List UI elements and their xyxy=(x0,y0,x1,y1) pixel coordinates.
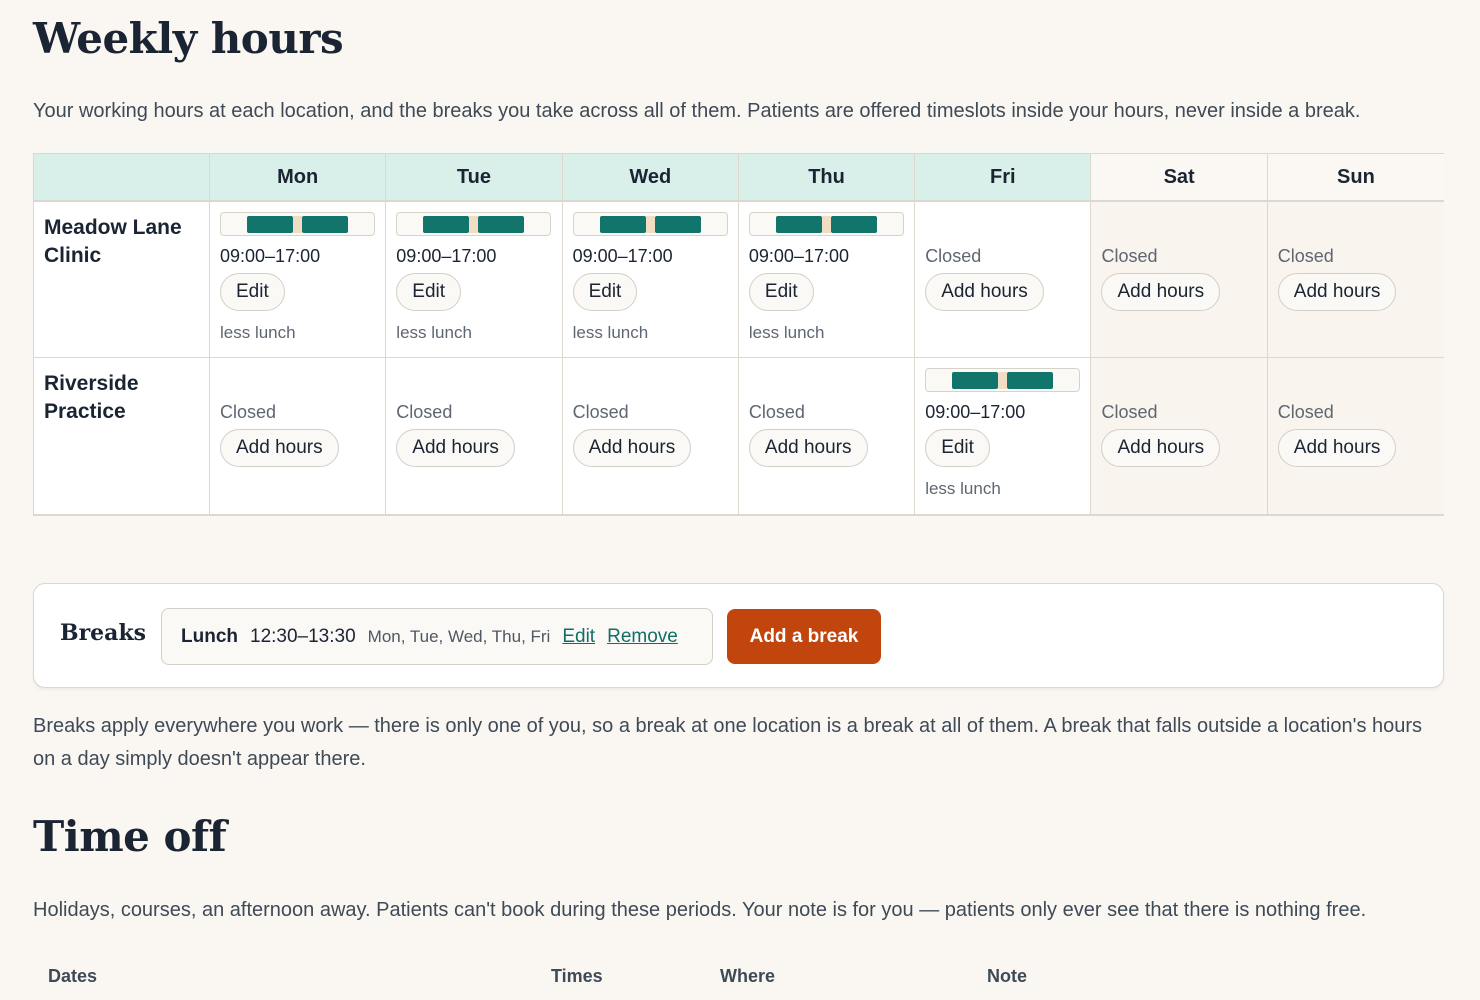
work-segment xyxy=(1007,372,1054,389)
add-hours-button[interactable]: Add hours xyxy=(748,429,868,467)
hours-bar xyxy=(220,212,375,236)
day-cell-open: 09:00–17:00 Edit less lunch xyxy=(562,202,739,358)
edit-hours-button[interactable]: Edit xyxy=(572,273,638,311)
weekly-schedule-grid: Mon Tue Wed Thu Fri Sat Sun Meadow Lane … xyxy=(33,153,1445,516)
add-hours-button[interactable]: Add hours xyxy=(220,429,339,467)
break-marker xyxy=(998,372,1008,389)
day-cell-closed: Closed Add hours xyxy=(1267,358,1445,515)
add-hours-button[interactable]: Add hours xyxy=(1277,429,1397,467)
closed-label: Closed xyxy=(1101,402,1158,422)
closed-label: Closed xyxy=(396,402,453,422)
hours-note: less lunch xyxy=(572,323,649,342)
breaks-label: Breaks xyxy=(60,620,147,646)
work-segment xyxy=(654,216,701,233)
hours-note: less lunch xyxy=(925,479,1001,498)
add-hours-button[interactable]: Add hours xyxy=(1277,273,1397,311)
break-time: 12:30–13:30 xyxy=(250,625,356,647)
day-cell-closed: Closed Add hours xyxy=(915,202,1092,358)
edit-hours-button[interactable]: Edit xyxy=(396,273,462,311)
add-hours-button[interactable]: Add hours xyxy=(572,429,692,467)
weekly-hours-title: Weekly hours xyxy=(33,14,344,63)
work-segment xyxy=(478,216,525,233)
edit-hours-button[interactable]: Edit xyxy=(748,273,814,311)
time-off-intro: Holidays, courses, an afternoon away. Pa… xyxy=(33,899,1367,921)
hours-note: less lunch xyxy=(748,323,825,342)
day-cell-closed: Closed Add hours xyxy=(562,358,739,515)
hours-bar xyxy=(925,368,1081,392)
time-off-title: Time off xyxy=(33,812,227,861)
hours-note: less lunch xyxy=(220,323,296,342)
day-cell-open: 09:00–17:00 Edit less lunch xyxy=(210,202,387,358)
location-name: Riverside Practice xyxy=(34,358,210,515)
hours-range: 09:00–17:00 xyxy=(396,246,497,266)
column-header-note: Note xyxy=(987,966,1027,986)
closed-label: Closed xyxy=(925,246,982,266)
work-segment xyxy=(247,216,293,233)
closed-label: Closed xyxy=(1101,246,1158,266)
hours-range: 09:00–17:00 xyxy=(748,246,849,266)
add-hours-button[interactable]: Add hours xyxy=(1101,429,1221,467)
grid-corner xyxy=(34,154,210,202)
day-cell-closed: Closed Add hours xyxy=(1267,202,1445,358)
break-marker xyxy=(469,216,479,233)
work-segment xyxy=(830,216,877,233)
day-header-wed: Wed xyxy=(562,154,739,202)
add-break-button[interactable]: Add a break xyxy=(727,609,881,664)
edit-hours-button[interactable]: Edit xyxy=(220,273,285,311)
hours-range: 09:00–17:00 xyxy=(925,402,1026,422)
day-cell-closed: Closed Add hours xyxy=(386,358,563,515)
weekly-hours-intro: Your working hours at each location, and… xyxy=(33,100,1361,122)
break-days: Mon, Tue, Wed, Thu, Fri xyxy=(367,626,551,646)
day-cell-closed: Closed Add hours xyxy=(1091,358,1268,515)
work-segment xyxy=(302,216,348,233)
day-cell-open: 09:00–17:00 Edit less lunch xyxy=(386,202,563,358)
day-cell-closed: Closed Add hours xyxy=(210,358,387,515)
closed-label: Closed xyxy=(220,402,277,422)
break-marker xyxy=(645,216,655,233)
hours-bar xyxy=(748,212,904,236)
breaks-card: Breaks Lunch 12:30–13:30 Mon, Tue, Wed, … xyxy=(33,583,1444,688)
closed-label: Closed xyxy=(572,402,629,422)
break-name: Lunch xyxy=(181,625,238,647)
edit-break-link[interactable]: Edit xyxy=(562,626,595,648)
closed-label: Closed xyxy=(1277,402,1334,422)
add-hours-button[interactable]: Add hours xyxy=(396,429,515,467)
column-header-where: Where xyxy=(720,966,776,986)
location-name: Meadow Lane Clinic xyxy=(34,202,210,358)
day-cell-open: 09:00–17:00 Edit less lunch xyxy=(738,202,916,358)
day-cell-closed: Closed Add hours xyxy=(1091,202,1268,358)
add-hours-button[interactable]: Add hours xyxy=(1101,273,1221,311)
work-segment xyxy=(599,216,646,233)
work-segment xyxy=(423,216,470,233)
column-header-times: Times xyxy=(551,966,603,986)
add-hours-button[interactable]: Add hours xyxy=(925,273,1044,311)
hours-range: 09:00–17:00 xyxy=(572,246,673,266)
break-marker xyxy=(821,216,831,233)
closed-label: Closed xyxy=(748,402,805,422)
hours-bar xyxy=(572,212,728,236)
day-header-sat: Sat xyxy=(1091,154,1268,202)
edit-hours-button[interactable]: Edit xyxy=(925,429,990,467)
hours-range: 09:00–17:00 xyxy=(220,246,321,266)
work-segment xyxy=(775,216,822,233)
break-marker xyxy=(293,216,302,233)
day-cell-closed: Closed Add hours xyxy=(738,358,916,515)
break-chip: Lunch 12:30–13:30 Mon, Tue, Wed, Thu, Fr… xyxy=(161,608,713,665)
hours-note: less lunch xyxy=(396,323,472,342)
day-header-tue: Tue xyxy=(386,154,563,202)
day-header-fri: Fri xyxy=(915,154,1092,202)
column-header-dates: Dates xyxy=(48,966,98,986)
hours-bar xyxy=(396,212,552,236)
breaks-note: Breaks apply everywhere you work — there… xyxy=(33,715,1423,770)
closed-label: Closed xyxy=(1277,246,1334,266)
day-cell-open: 09:00–17:00 Edit less lunch xyxy=(915,358,1092,515)
day-header-thu: Thu xyxy=(738,154,916,202)
remove-break-link[interactable]: Remove xyxy=(607,626,678,648)
day-header-mon: Mon xyxy=(210,154,387,202)
work-segment xyxy=(952,372,999,389)
day-header-sun: Sun xyxy=(1267,154,1445,202)
